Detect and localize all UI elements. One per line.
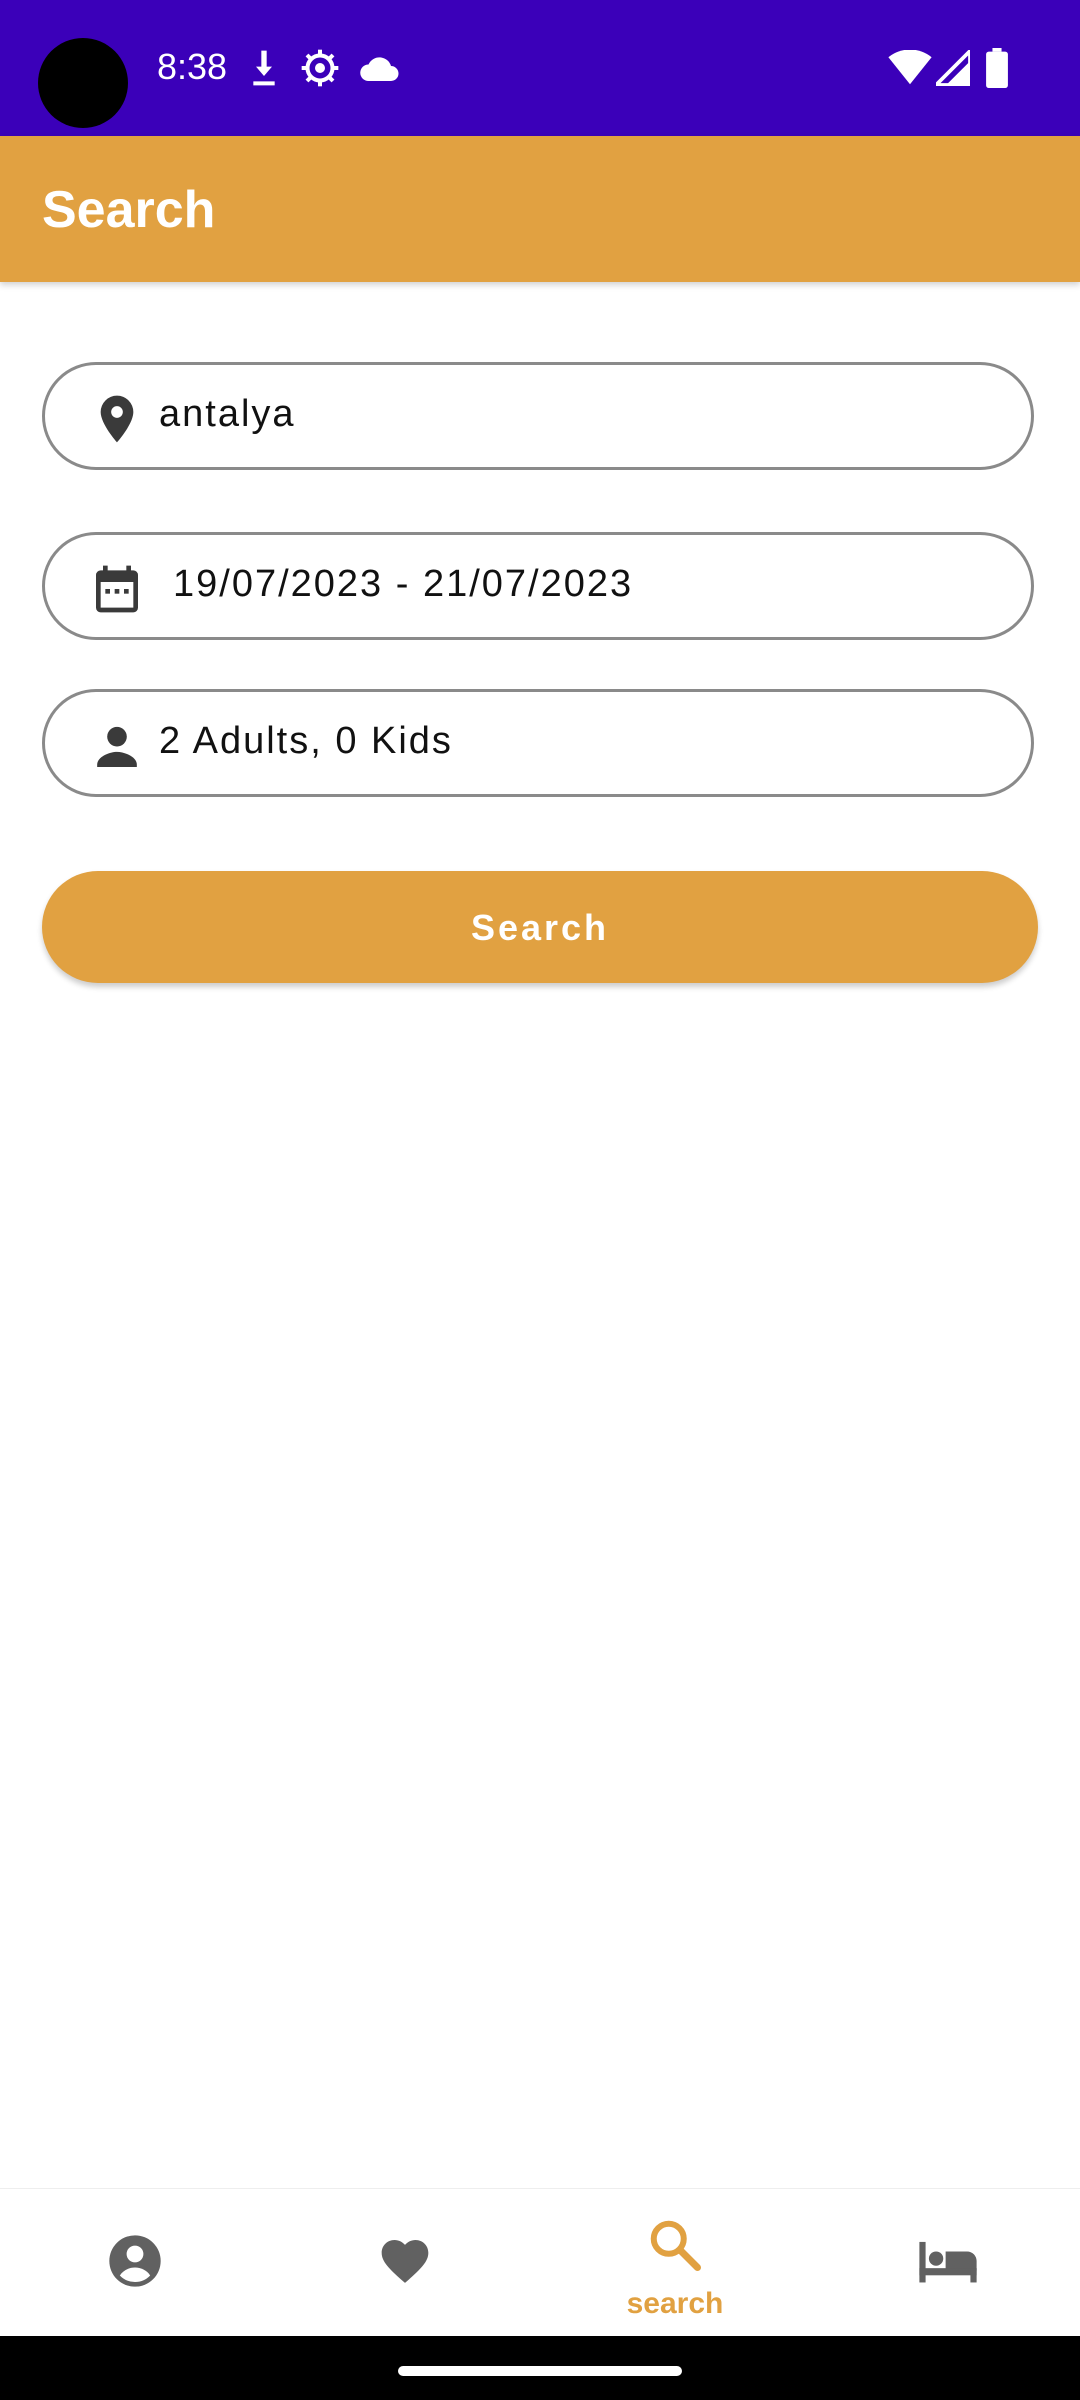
guests-value: 2 Adults, 0 Kids (159, 720, 453, 762)
nav-item-search[interactable]: search (540, 2189, 810, 2337)
heart-icon (381, 2240, 429, 2283)
date-range-field[interactable]: 19/07/2023 - 21/07/2023 (42, 532, 1034, 640)
location-pin-icon (100, 395, 134, 443)
front-camera (38, 38, 128, 128)
status-time: 8:38 (157, 46, 228, 87)
cloud-icon (360, 57, 399, 81)
system-gesture-bar (0, 2336, 1080, 2400)
calendar-icon (96, 565, 138, 613)
destination-value: antalya (159, 393, 296, 435)
destination-field[interactable]: antalya (42, 362, 1034, 470)
wifi-icon (888, 50, 932, 85)
nav-label-search: search (626, 2287, 724, 2320)
status-bar: 8:38 (0, 0, 1080, 136)
download-icon (253, 50, 275, 86)
date-range-value: 19/07/2023 - 21/07/2023 (173, 563, 634, 605)
page-title: Search (42, 181, 216, 239)
search-button-label: Search (470, 907, 610, 948)
nav-item-bookings[interactable] (810, 2189, 1080, 2337)
nav-item-profile[interactable] (0, 2189, 270, 2337)
settings-gear-icon (301, 49, 339, 87)
signal-icon (936, 50, 970, 86)
account-circle-icon (109, 2235, 161, 2287)
search-icon (650, 2220, 701, 2271)
bed-icon (919, 2241, 977, 2283)
battery-icon (986, 48, 1008, 88)
bottom-navigation: search (0, 2188, 1080, 2337)
search-button[interactable]: Search (42, 871, 1038, 983)
home-gesture-handle[interactable] (398, 2366, 682, 2376)
app-bar: Search (0, 136, 1080, 282)
nav-item-favorites[interactable] (270, 2189, 540, 2337)
guests-field[interactable]: 2 Adults, 0 Kids (42, 689, 1034, 797)
person-icon (97, 726, 137, 767)
